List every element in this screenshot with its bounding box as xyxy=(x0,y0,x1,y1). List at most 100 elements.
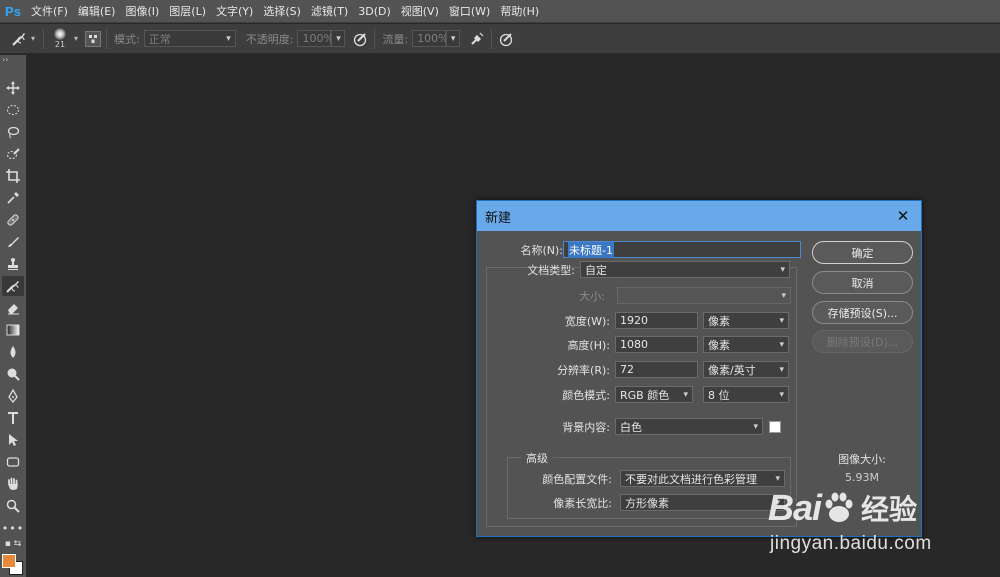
chevron-down-icon[interactable]: ▾ xyxy=(31,34,35,43)
separator xyxy=(106,28,108,49)
opacity-input[interactable]: 100% xyxy=(297,30,334,47)
brush-tool-icon[interactable] xyxy=(2,232,24,252)
flow-pressure-icon[interactable] xyxy=(497,30,515,48)
lasso-tool-icon[interactable] xyxy=(2,122,24,142)
rectangle-tool-icon[interactable] xyxy=(2,452,24,472)
tools-panel: ›› ••• ▪ ⇆ xyxy=(0,55,27,577)
dodge-tool-icon[interactable] xyxy=(2,364,24,384)
type-tool-icon[interactable] xyxy=(2,408,24,428)
menu-help[interactable]: 帮助(H) xyxy=(495,0,544,23)
baidu-paw-icon xyxy=(825,492,853,522)
flow-label: 流量: xyxy=(382,32,409,46)
resolution-label: 分辨率(R): xyxy=(557,363,610,377)
brush-size-picker[interactable]: 21 xyxy=(49,26,71,52)
pixel-aspect-value: 方形像素 xyxy=(625,496,669,510)
opacity-pressure-icon[interactable] xyxy=(351,30,369,48)
color-profile-label: 颜色配置文件: xyxy=(542,472,612,486)
blur-tool-icon[interactable] xyxy=(2,342,24,362)
background-contents-select[interactable]: 白色 ▾ xyxy=(615,418,763,435)
height-input[interactable]: 1080 xyxy=(615,336,698,353)
resolution-unit-select[interactable]: 像素/英寸 ▾ xyxy=(703,361,789,378)
chevron-down-icon: ▾ xyxy=(781,290,786,301)
flow-value: 100% xyxy=(417,32,449,45)
menu-edit[interactable]: 编辑(E) xyxy=(73,0,121,23)
dialog-title-bar[interactable]: 新建 ✕ xyxy=(477,201,921,231)
save-preset-button[interactable]: 存储预设(S)... xyxy=(812,301,913,324)
advanced-title: 高级 xyxy=(521,450,553,466)
ok-button[interactable]: 确定 xyxy=(812,241,913,264)
width-value: 1920 xyxy=(620,314,648,327)
gradient-tool-icon[interactable] xyxy=(2,320,24,340)
opacity-value: 100% xyxy=(302,32,334,45)
opacity-dropdown[interactable]: ▾ xyxy=(331,30,346,47)
menu-image[interactable]: 图像(I) xyxy=(120,0,164,23)
chevron-down-icon[interactable]: ▾ xyxy=(74,34,78,43)
foreground-color-swatch[interactable] xyxy=(2,554,16,568)
swap-colors-icon[interactable]: ▪ ⇆ xyxy=(2,538,24,550)
width-unit-select[interactable]: 像素 ▾ xyxy=(703,312,789,329)
eyedropper-tool-icon[interactable] xyxy=(2,188,24,208)
pixel-aspect-select[interactable]: 方形像素 ▾ xyxy=(620,494,785,511)
chevron-down-icon: ▾ xyxy=(450,33,456,44)
more-tools-icon[interactable]: ••• xyxy=(2,518,24,538)
chevron-down-icon: ▾ xyxy=(780,264,785,275)
flow-input[interactable]: 100% xyxy=(412,30,449,47)
menu-layer[interactable]: 图层(L) xyxy=(164,0,211,23)
bit-depth-select[interactable]: 8 位 ▾ xyxy=(703,386,789,403)
quick-select-tool-icon[interactable] xyxy=(2,144,24,164)
crop-tool-icon[interactable] xyxy=(2,166,24,186)
healing-brush-tool-icon[interactable] xyxy=(2,210,24,230)
mode-label: 模式: xyxy=(114,32,140,46)
history-brush-preset-icon[interactable] xyxy=(10,30,28,48)
eraser-tool-icon[interactable] xyxy=(2,298,24,318)
bit-depth-value: 8 位 xyxy=(708,388,730,402)
close-icon[interactable]: ✕ xyxy=(893,207,913,225)
color-profile-select[interactable]: 不要对此文档进行色彩管理 ▾ xyxy=(620,470,785,487)
resolution-unit-value: 像素/英寸 xyxy=(708,363,756,377)
name-input[interactable]: 未标题-1 xyxy=(563,241,801,258)
history-brush-tool-icon[interactable] xyxy=(2,276,24,296)
mode-select[interactable]: 正常 ▾ xyxy=(143,30,236,47)
brush-panel-icon[interactable] xyxy=(85,30,102,47)
menu-file[interactable]: 文件(F) xyxy=(26,0,73,23)
zoom-tool-icon[interactable] xyxy=(2,496,24,516)
clone-stamp-tool-icon[interactable] xyxy=(2,254,24,274)
airbrush-icon[interactable] xyxy=(468,30,486,48)
width-input[interactable]: 1920 xyxy=(615,312,698,329)
move-tool-icon[interactable] xyxy=(2,78,24,98)
watermark-brand-cn: 经验 xyxy=(861,494,918,525)
path-selection-tool-icon[interactable] xyxy=(2,430,24,450)
menu-window[interactable]: 窗口(W) xyxy=(444,0,495,23)
panel-grip-icon[interactable]: ›› xyxy=(2,55,8,64)
baidu-jingyan-watermark: Bai 经验 xyxy=(768,487,917,529)
color-mode-select[interactable]: RGB 颜色 ▾ xyxy=(615,386,693,403)
resolution-value: 72 xyxy=(620,363,634,376)
document-type-select[interactable]: 自定 ▾ xyxy=(580,261,790,278)
cancel-button[interactable]: 取消 xyxy=(812,271,913,294)
hand-tool-icon[interactable] xyxy=(2,474,24,494)
options-bar: ▾ 21 ▾ 模式: 正常 ▾ 不透明度: 100% ▾ 流量: 100% ▾ xyxy=(0,24,1000,54)
menu-bar: Ps 文件(F) 编辑(E) 图像(I) 图层(L) 文字(Y) 选择(S) 滤… xyxy=(0,0,1000,23)
menu-select[interactable]: 选择(S) xyxy=(258,0,306,23)
height-unit-value: 像素 xyxy=(708,338,730,352)
height-unit-select[interactable]: 像素 ▾ xyxy=(703,336,789,353)
menu-view[interactable]: 视图(V) xyxy=(396,0,444,23)
background-contents-value: 白色 xyxy=(620,420,642,434)
menu-filter[interactable]: 滤镜(T) xyxy=(306,0,353,23)
background-contents-label: 背景内容: xyxy=(562,420,610,434)
marquee-tool-icon[interactable] xyxy=(2,100,24,120)
watermark-brand: Bai xyxy=(768,487,822,528)
menu-3d[interactable]: 3D(D) xyxy=(353,0,396,23)
opacity-label: 不透明度: xyxy=(245,32,294,46)
image-size-value: 5.93M xyxy=(845,471,879,484)
pen-tool-icon[interactable] xyxy=(2,386,24,406)
pixel-aspect-label: 像素长宽比: xyxy=(553,496,612,510)
background-color-preview[interactable] xyxy=(769,420,781,433)
resolution-input[interactable]: 72 xyxy=(615,361,698,378)
name-label: 名称(N): xyxy=(520,243,563,257)
height-label: 高度(H): xyxy=(567,338,610,352)
menu-type[interactable]: 文字(Y) xyxy=(211,0,258,23)
width-label: 宽度(W): xyxy=(564,314,610,328)
chevron-down-icon: ▾ xyxy=(753,421,758,432)
flow-dropdown[interactable]: ▾ xyxy=(446,30,461,47)
